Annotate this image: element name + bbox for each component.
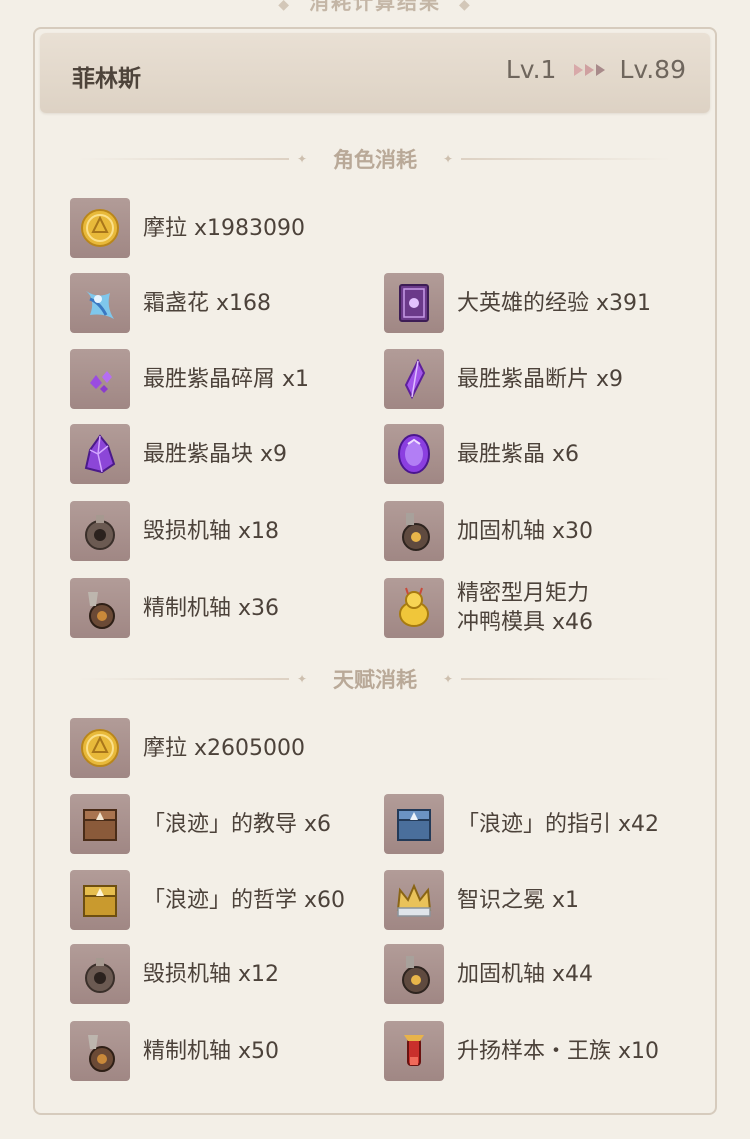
material-item: 毁损机轴 x12: [70, 944, 279, 1004]
material-item: 加固机轴 x30: [384, 501, 593, 561]
material-item: 最胜紫晶 x6: [384, 424, 579, 484]
material-item: 大英雄的经验 x391: [384, 273, 651, 333]
character-header: 菲林斯 Lv.1 Lv.89: [40, 33, 710, 113]
moonwheel-mold-icon: [384, 578, 444, 638]
refined-axis-icon: [70, 1021, 130, 1081]
material-item: 「浪迹」的指引 x42: [384, 794, 659, 854]
material-item: 霜盏花 x168: [70, 273, 271, 333]
mora-coin-icon: [70, 198, 130, 258]
material-item: 精密型月矩力 冲鸭模具 x46: [384, 578, 593, 638]
reinforced-axis-icon: [384, 501, 444, 561]
amethyst-gemstone-icon: [384, 424, 444, 484]
material-item: 「浪迹」的哲学 x60: [70, 870, 345, 930]
material-item: 智识之冕 x1: [384, 870, 579, 930]
ascension-sample-royal-icon: [384, 1021, 444, 1081]
level-to: Lv.89: [619, 55, 686, 84]
damaged-axis-icon: [70, 944, 130, 1004]
reinforced-axis-icon: [384, 944, 444, 1004]
mora-coin-icon: [70, 718, 130, 778]
amethyst-fragment-icon: [384, 349, 444, 409]
guide-book-icon: [384, 794, 444, 854]
level-from: Lv.1: [505, 55, 557, 84]
material-item: 最胜紫晶断片 x9: [384, 349, 623, 409]
material-item: 加固机轴 x44: [384, 944, 593, 1004]
frost-lamp-flower-icon: [70, 273, 130, 333]
teachings-book-icon: [70, 794, 130, 854]
level-arrow-icon: [574, 63, 607, 76]
heros-wit-book-icon: [384, 273, 444, 333]
material-item: 摩拉 x1983090: [70, 198, 305, 258]
material-item: 毁损机轴 x18: [70, 501, 279, 561]
crown-of-insight-icon: [384, 870, 444, 930]
material-item: 最胜紫晶块 x9: [70, 424, 287, 484]
material-item: 「浪迹」的教导 x6: [70, 794, 331, 854]
page-title: ◆ 消耗计算结果 ◆: [278, 0, 472, 14]
refined-axis-icon: [70, 578, 130, 638]
material-item: 精制机轴 x36: [70, 578, 279, 638]
material-item: 升扬样本・王族 x10: [384, 1021, 659, 1081]
amethyst-sliver-icon: [70, 349, 130, 409]
level-range: Lv.1 Lv.89: [506, 55, 686, 84]
damaged-axis-icon: [70, 501, 130, 561]
material-item: 精制机轴 x50: [70, 1021, 279, 1081]
philosophies-book-icon: [70, 870, 130, 930]
section-title-character: ✦ 角色消耗 ✦: [35, 144, 715, 174]
amethyst-chunk-icon: [70, 424, 130, 484]
material-item: 最胜紫晶碎屑 x1: [70, 349, 309, 409]
character-name: 菲林斯: [72, 66, 141, 92]
section-title-talent: ✦ 天赋消耗 ✦: [35, 664, 715, 694]
result-panel: 菲林斯 Lv.1 Lv.89 ✦ 角色消耗 ✦ 摩拉 x1983090 霜盏花 …: [33, 27, 717, 1115]
material-item: 摩拉 x2605000: [70, 718, 305, 778]
